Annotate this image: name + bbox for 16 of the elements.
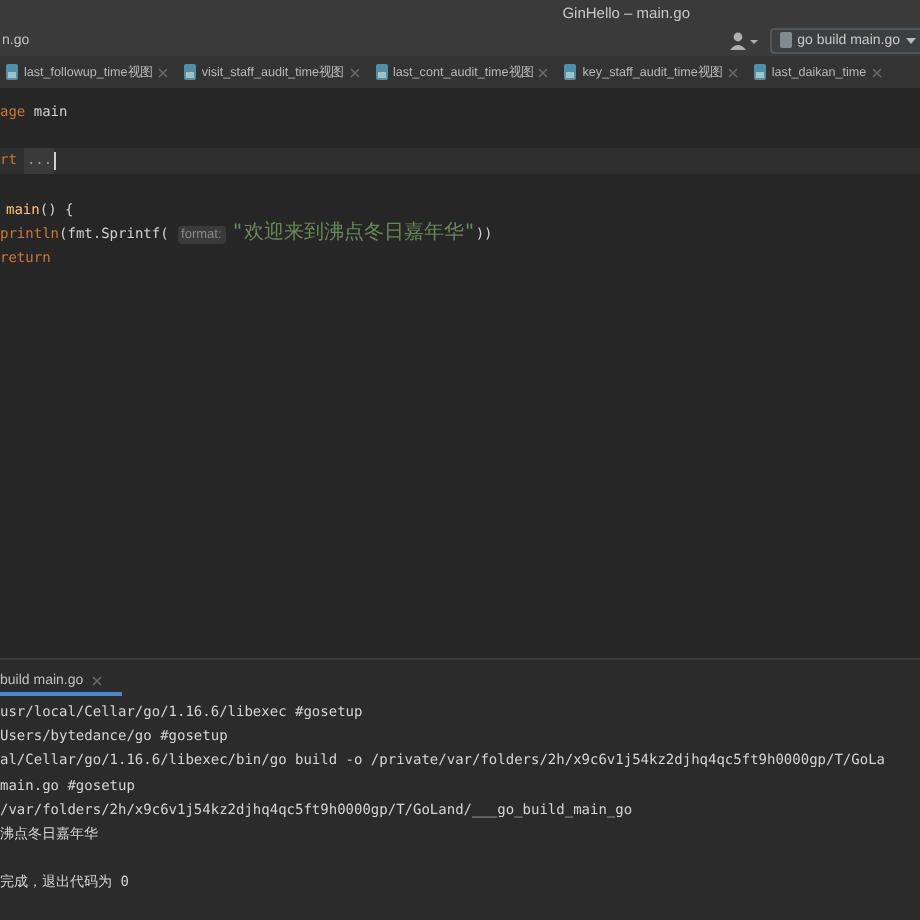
close-icon[interactable] [157, 67, 168, 77]
table-file-icon [753, 64, 766, 80]
user-icon[interactable] [729, 31, 758, 49]
file-icon [779, 32, 792, 48]
table-file-icon [6, 64, 18, 80]
string-literal: "欢迎来到沸点冬日嘉年华" [231, 221, 476, 247]
table-file-icon [183, 64, 196, 80]
table-file-icon [564, 64, 577, 80]
close-icon[interactable] [91, 675, 102, 685]
text-cursor [54, 151, 57, 170]
close-icon[interactable] [872, 67, 883, 77]
close-icon[interactable] [727, 67, 738, 77]
caret-icon [906, 37, 916, 43]
close-icon[interactable] [538, 67, 549, 77]
table-file-icon [375, 64, 387, 80]
close-icon[interactable] [349, 67, 359, 77]
